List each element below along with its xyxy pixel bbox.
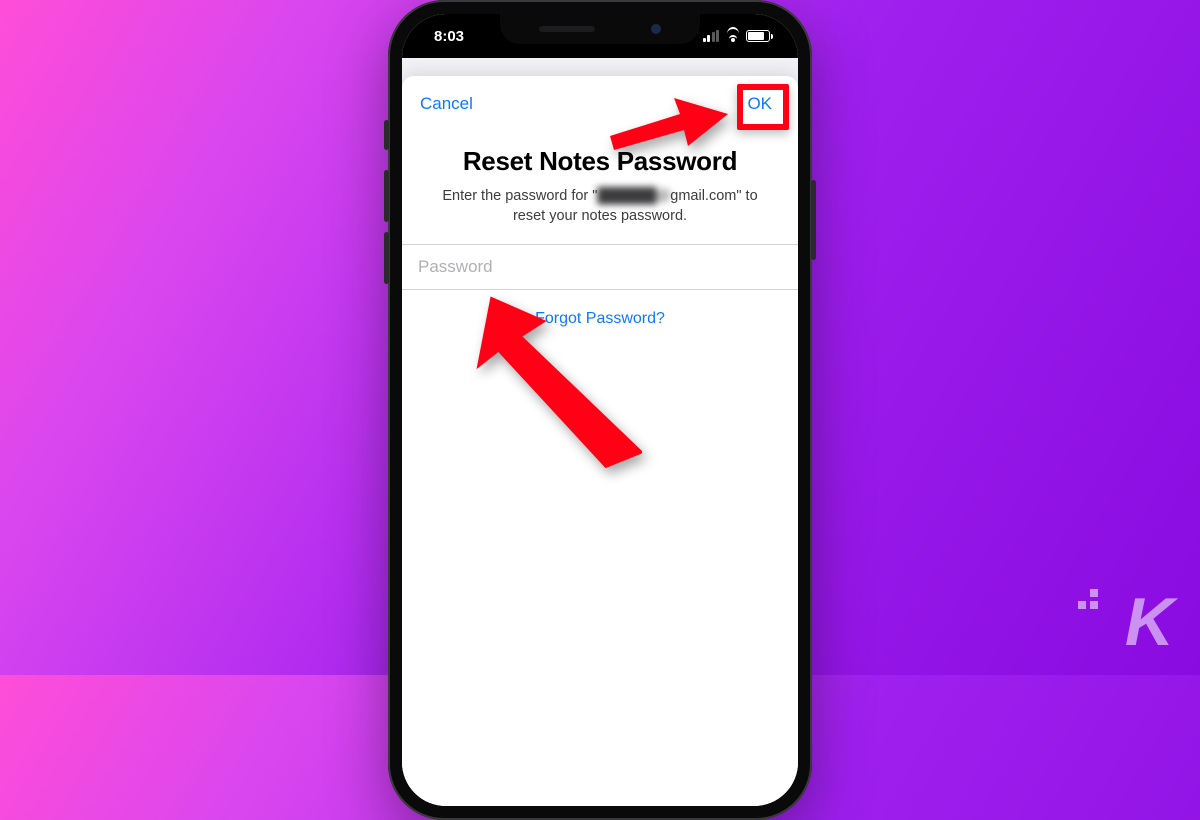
forgot-password-link[interactable]: Forgot Password?	[535, 310, 665, 328]
wifi-icon	[725, 30, 740, 42]
reset-password-modal: Cancel OK Reset Notes Password Enter the…	[402, 76, 798, 806]
modal-header: Cancel OK	[402, 76, 798, 128]
subtitle-email-blurred: ██████@	[597, 188, 670, 204]
password-field-row	[402, 244, 798, 290]
mute-switch	[384, 120, 389, 150]
battery-icon	[746, 30, 770, 42]
status-indicators	[703, 30, 775, 42]
modal-title: Reset Notes Password	[418, 146, 782, 177]
cancel-button[interactable]: Cancel	[420, 94, 473, 114]
subtitle-email-domain: gmail.com	[670, 188, 736, 204]
notch	[500, 14, 700, 44]
status-time: 8:03	[426, 28, 464, 45]
iphone-frame: 8:03 Cancel OK Reset Notes Password En	[388, 0, 812, 820]
watermark-logo: K	[1125, 583, 1170, 661]
screen: 8:03 Cancel OK Reset Notes Password En	[402, 14, 798, 806]
cellular-signal-icon	[703, 30, 720, 42]
power-button	[811, 180, 816, 260]
volume-down-button	[384, 232, 389, 284]
ok-button[interactable]: OK	[747, 94, 772, 114]
front-camera	[651, 24, 661, 34]
volume-up-button	[384, 170, 389, 222]
watermark-dots	[1066, 589, 1098, 609]
subtitle-prefix: Enter the password for "	[442, 188, 597, 204]
modal-subtitle: Enter the password for "██████@gmail.com…	[402, 187, 798, 244]
password-input[interactable]	[418, 257, 782, 277]
speaker-grille	[539, 26, 595, 32]
